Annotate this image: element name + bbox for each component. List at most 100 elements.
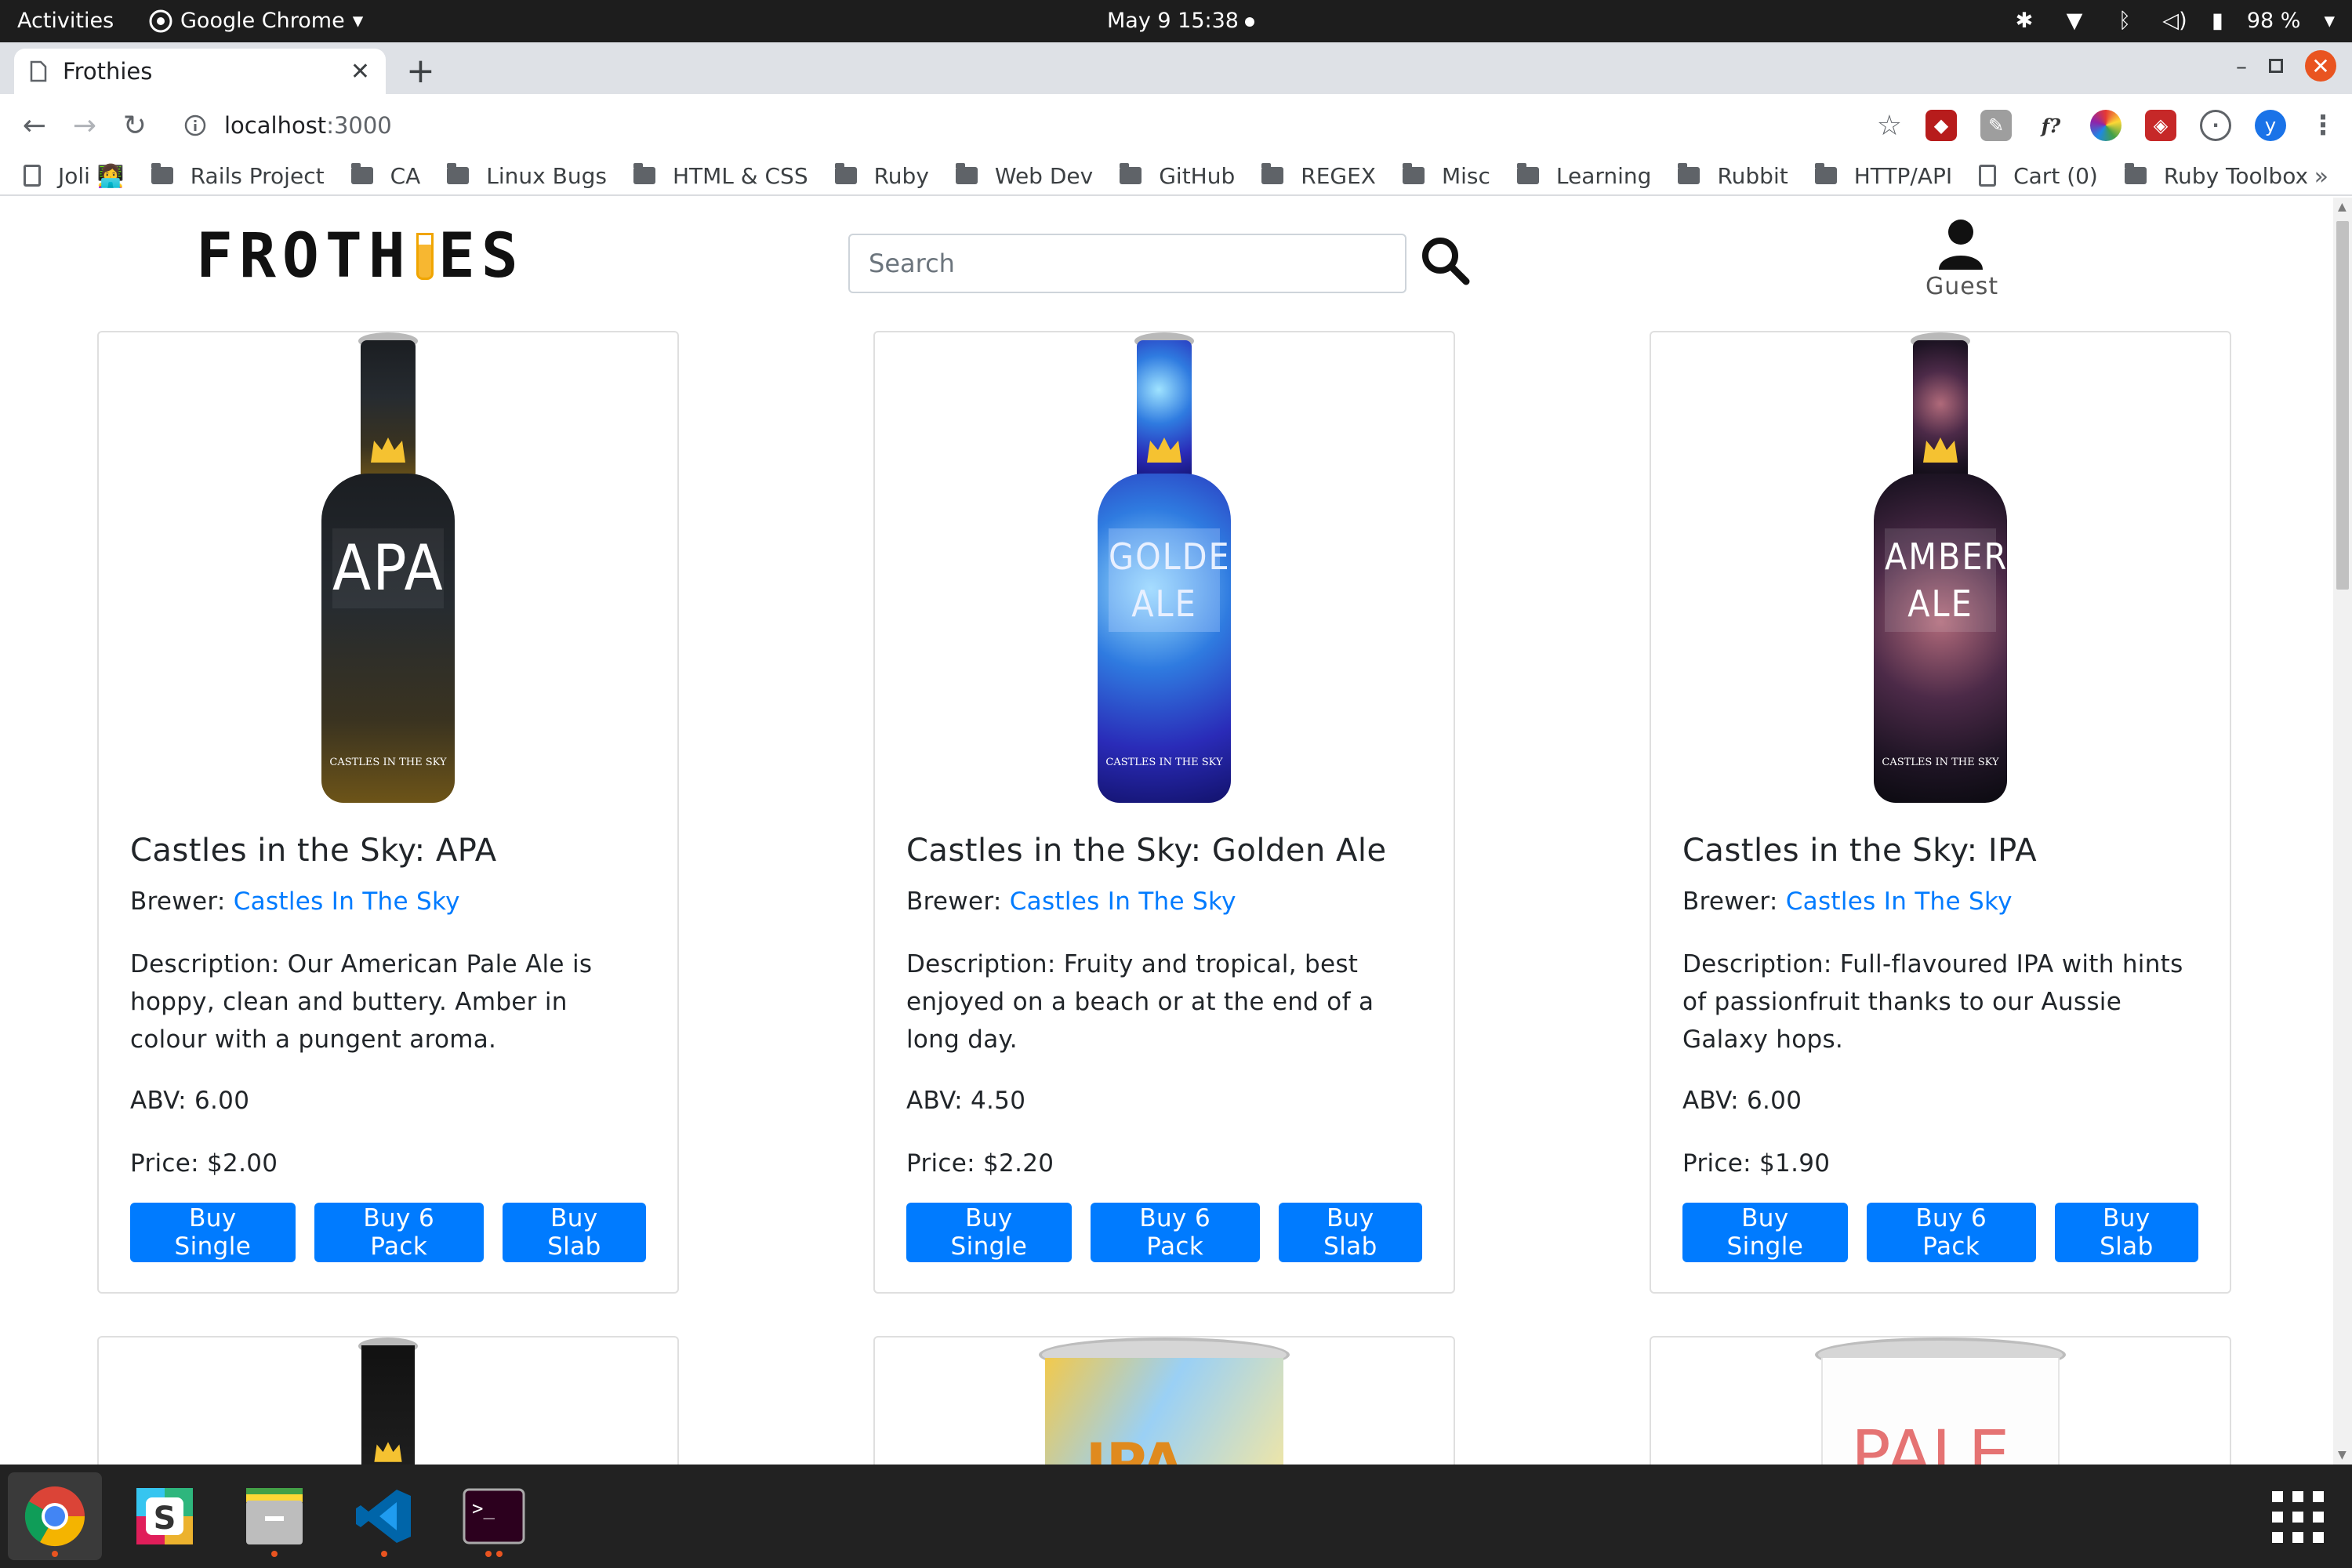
profile-avatar[interactable]: y (2255, 110, 2286, 141)
dock-files[interactable] (227, 1472, 321, 1560)
bookmark-item[interactable]: HTTP/API (1814, 163, 1952, 189)
window-close-icon[interactable]: ✕ (2305, 50, 2336, 82)
buy-single-button[interactable]: Buy Single (906, 1203, 1072, 1262)
page-scrollbar[interactable]: ▲ ▼ (2333, 198, 2352, 1465)
dock-chrome[interactable] (8, 1472, 102, 1560)
bookmark-item[interactable]: Linux Bugs (447, 163, 607, 189)
buy-6-pack-button[interactable]: Buy 6 Pack (1090, 1203, 1260, 1262)
ublock-icon[interactable]: ◆ (1926, 110, 1957, 141)
devtools-icon[interactable]: · (2200, 110, 2231, 141)
product-image[interactable]: IPA (875, 1338, 1454, 1465)
search-input[interactable] (848, 234, 1406, 293)
bookmark-label: REGEX (1301, 162, 1376, 189)
bookmark-star-icon[interactable]: ☆ (1877, 110, 1902, 142)
vscode-icon (356, 1490, 411, 1543)
product-title[interactable]: Castles in the Sky: IPA (1682, 833, 2198, 869)
buy-6-pack-button[interactable]: Buy 6 Pack (1866, 1203, 2036, 1262)
product-title[interactable]: Castles in the Sky: Golden Ale (906, 833, 1422, 869)
fonts-icon[interactable]: f? (2035, 110, 2067, 141)
brewer-link[interactable]: Castles In The Sky (1786, 887, 2013, 916)
bookmark-label: Learning (1555, 162, 1652, 189)
product-description: Description: Our American Pale Ale is ho… (130, 950, 593, 1054)
svg-text:S: S (154, 1501, 176, 1537)
url-port: :3000 (326, 112, 392, 139)
buy-6-pack-button[interactable]: Buy 6 Pack (314, 1203, 484, 1262)
page-icon (1979, 165, 1997, 187)
product-image[interactable]: PALE (1651, 1338, 2230, 1465)
apps-grid-icon[interactable] (2272, 1491, 2324, 1543)
product-image[interactable]: APA CASTLES IN THE SKY (99, 332, 677, 811)
clock-text: May 9 15:38 (1107, 9, 1239, 33)
bookmark-item[interactable]: Joli 👩‍💻 (24, 163, 125, 189)
page-icon (30, 60, 47, 82)
bottle-brand: CASTLES IN THE SKY (329, 757, 447, 768)
brewer-link[interactable]: Castles In The Sky (234, 887, 460, 916)
product-description: Description: Full-flavoured IPA with hin… (1682, 950, 2183, 1054)
buy-slab-button[interactable]: Buy Slab (502, 1203, 646, 1262)
buy-slab-button[interactable]: Buy Slab (2054, 1203, 2198, 1262)
product-price: Price: $1.90 (1682, 1149, 1831, 1178)
dock-vscode[interactable] (337, 1472, 431, 1560)
bookmark-item[interactable]: Misc (1402, 163, 1490, 189)
bottle-illustration: GOLDEN ALE CASTLES IN THE SKY (1098, 332, 1231, 803)
product-card: AMBER ALE CASTLES IN THE SKY Castles in t… (1650, 331, 2231, 1294)
system-tray[interactable]: ✱ ▼ ᛒ ◁) ▮ 98 % ▾ (2011, 0, 2335, 42)
bookmark-label: Joli 👩‍💻 (58, 162, 125, 189)
product-image[interactable]: GOLDEN ALE CASTLES IN THE SKY (875, 332, 1454, 811)
bookmark-item[interactable]: REGEX (1261, 163, 1376, 189)
bookmark-item[interactable]: HTML & CSS (633, 163, 808, 189)
bookmark-item[interactable]: Ruby Toolbox (2124, 163, 2308, 189)
bookmark-item[interactable]: Rubbit (1678, 163, 1788, 189)
bookmark-item[interactable]: CA (350, 163, 420, 189)
product-title[interactable]: Castles in the Sky: APA (130, 833, 646, 869)
terminal-icon: >_ (463, 1488, 525, 1544)
activities-button[interactable]: Activities (17, 0, 114, 42)
buy-slab-button[interactable]: Buy Slab (1278, 1203, 1422, 1262)
address-bar[interactable]: localhost:3000 (165, 102, 1897, 149)
scroll-down-icon[interactable]: ▼ (2338, 1449, 2347, 1461)
bookmark-item[interactable]: Rails Project (151, 163, 325, 189)
scrollbar-thumb[interactable] (2336, 221, 2349, 590)
card-body: Castles in the Sky: APA Brewer: Castles … (99, 833, 677, 1262)
bottle-body: APA CASTLES IN THE SKY (321, 474, 455, 803)
bookmarks-overflow-button[interactable]: » (2314, 163, 2328, 191)
product-image[interactable]: AMBER ALE CASTLES IN THE SKY (1651, 332, 2230, 811)
brewer-link[interactable]: Castles In The Sky (1010, 887, 1236, 916)
menu-kebab-icon[interactable]: ⋮ (2310, 110, 2336, 141)
slack-tray-icon[interactable]: ✱ (2011, 8, 2038, 34)
tab-frothies[interactable]: Frothies ✕ (14, 49, 386, 94)
reload-icon[interactable]: ↻ (118, 108, 152, 143)
bottle-label: GOLDEN ALE (1109, 528, 1231, 632)
search-button[interactable] (1417, 234, 1472, 289)
bottle-brand: CASTLES IN THE SKY (1105, 757, 1223, 768)
tab-strip: Frothies ✕ + – ✕ (0, 42, 2352, 94)
buy-single-button[interactable]: Buy Single (130, 1203, 296, 1262)
user-menu[interactable]: Guest (1926, 218, 1998, 300)
bookmark-item[interactable]: Learning (1516, 162, 1652, 189)
chrome-icon (24, 1486, 85, 1547)
site-logo[interactable]: FROTH ES (196, 221, 524, 292)
ruby-icon[interactable]: ◈ (2145, 110, 2176, 141)
maximize-icon[interactable] (2269, 59, 2283, 73)
product-image[interactable] (99, 1338, 677, 1465)
url-host: localhost (224, 112, 327, 139)
bookmark-item[interactable]: Web Dev (955, 163, 1093, 189)
back-arrow-icon[interactable]: ← (17, 108, 52, 143)
app-menu[interactable]: Google Chrome ▾ (149, 0, 363, 42)
dock-slack[interactable]: S (118, 1472, 212, 1560)
notification-dot-icon (1244, 16, 1254, 27)
close-icon[interactable]: ✕ (350, 58, 370, 85)
bookmark-item[interactable]: Cart (0) (1979, 163, 2098, 189)
bookmark-item[interactable]: Ruby (834, 163, 929, 189)
colorpicker-icon[interactable]: ✎ (1980, 110, 2012, 141)
scroll-up-icon[interactable]: ▲ (2338, 201, 2347, 213)
new-tab-button[interactable]: + (406, 52, 435, 91)
minimize-icon[interactable]: – (2236, 53, 2247, 79)
forward-arrow-icon[interactable]: → (67, 108, 102, 143)
color-wheel-icon[interactable] (2090, 110, 2122, 141)
clock[interactable]: May 9 15:38 (1107, 0, 1254, 42)
bookmark-label: GitHub (1159, 162, 1236, 189)
buy-single-button[interactable]: Buy Single (1682, 1203, 1848, 1262)
bookmark-item[interactable]: GitHub (1120, 163, 1235, 189)
dock-terminal[interactable]: >_ (447, 1472, 541, 1560)
